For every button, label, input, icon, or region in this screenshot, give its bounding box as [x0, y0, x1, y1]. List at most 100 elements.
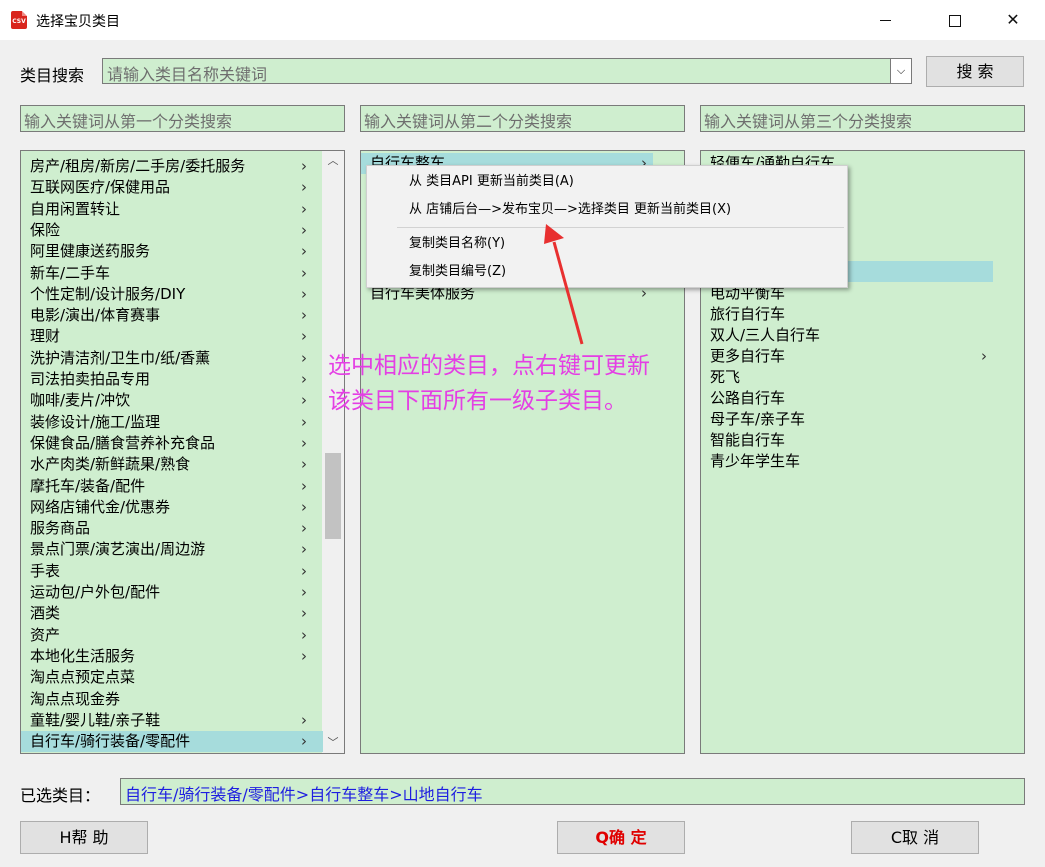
list-item-label: 自行车/骑行装备/零配件	[30, 732, 191, 751]
list-item[interactable]: 保险 ›	[21, 220, 323, 241]
close-button[interactable]: ✕	[990, 0, 1036, 40]
chevron-right-icon: ›	[301, 519, 307, 538]
list-item-label: 童鞋/婴儿鞋/亲子鞋	[30, 710, 161, 729]
list-item-label: 旅行自行车	[710, 305, 786, 323]
chevron-right-icon: ›	[301, 178, 307, 197]
scroll-down-icon[interactable]: ﹀	[322, 733, 344, 753]
search-placeholder: 请输入类目名称关键词	[107, 65, 268, 84]
list-item-label: 死飞	[710, 368, 741, 386]
list-item[interactable]: 酒类 ›	[21, 603, 323, 624]
list-item-label: 运动包/户外包/配件	[30, 583, 161, 601]
list-item[interactable]: 保健食品/膳食营养补充食品 ›	[21, 433, 323, 454]
list-item[interactable]: 景点门票/演艺演出/周边游 ›	[21, 539, 323, 560]
chevron-right-icon: ›	[301, 540, 307, 559]
chevron-right-icon: ›	[301, 220, 307, 239]
cancel-button[interactable]: C取 消	[851, 821, 979, 854]
list-item[interactable]: 电影/演出/体育赛事 ›	[21, 305, 323, 326]
list-item[interactable]: 更多自行车 ›	[701, 346, 993, 367]
chevron-right-icon: ›	[301, 497, 307, 516]
filter-third-input[interactable]: 输入关键词从第三个分类搜索	[700, 105, 1025, 132]
search-combobox[interactable]: 请输入类目名称关键词 ⌵	[102, 58, 912, 84]
list-item[interactable]: 旅行自行车	[701, 304, 993, 325]
list-item[interactable]: 淘点点现金券	[21, 689, 323, 710]
list-item-label: 网络店铺代金/优惠券	[30, 497, 171, 516]
list-item[interactable]: 摩托车/装备/配件 ›	[21, 476, 323, 497]
list-item-label: 互联网医疗/保健用品	[30, 178, 171, 197]
annotation-arrow-icon	[544, 224, 584, 345]
list-item[interactable]: 本地化生活服务 ›	[21, 646, 323, 667]
filter-second-input[interactable]: 输入关键词从第二个分类搜索	[360, 105, 685, 132]
list-item[interactable]: 理财 ›	[21, 326, 323, 347]
list-item-label: 公路自行车	[710, 389, 786, 407]
list-item[interactable]: 自行车/骑行装备/零配件 ›	[21, 731, 323, 753]
context-menu: 从 类目API 更新当前类目(A) 从 店铺后台—>发布宝贝—>选择类目 更新当…	[366, 165, 848, 288]
list-item[interactable]: 阿里健康送药服务 ›	[21, 241, 323, 262]
list-item-label: 酒类	[30, 604, 61, 623]
list-item[interactable]: 新车/二手车 ›	[21, 263, 323, 284]
list-item[interactable]: 司法拍卖拍品专用 ›	[21, 369, 323, 390]
list-item[interactable]: 淘点点预定点菜	[21, 667, 323, 688]
window-title: 选择宝贝类目	[36, 14, 120, 30]
list-item-label: 装修设计/施工/监理	[30, 412, 161, 431]
list-item[interactable]: 智能自行车	[701, 430, 993, 451]
list-item-label: 保健食品/膳食营养补充食品	[30, 433, 216, 452]
list-item[interactable]: 房产/租房/新房/二手房/委托服务 ›	[21, 156, 323, 177]
chevron-right-icon: ›	[301, 455, 307, 474]
list-item-label: 淘点点预定点菜	[30, 668, 136, 687]
annotation-line1: 选中相应的类目，点右键可更新	[328, 353, 650, 379]
category-list-first[interactable]: ︿ ﹀ 房产/租房/新房/二手房/委托服务 › 互联网医疗/保健用品 › 自用闲置转让 ›…	[20, 150, 345, 754]
list-item[interactable]: 青少年学生车	[701, 451, 993, 472]
menu-copy-name[interactable]: 复制类目名称(Y)	[409, 233, 505, 255]
list-item[interactable]: 母子车/亲子车	[701, 409, 993, 430]
list-item[interactable]: 童鞋/婴儿鞋/亲子鞋 ›	[21, 710, 323, 731]
chevron-right-icon: ›	[301, 199, 307, 218]
list-item-label: 青少年学生车	[710, 452, 801, 470]
menu-separator	[397, 227, 844, 228]
chevron-right-icon: ›	[301, 476, 307, 495]
ok-button[interactable]: Q确 定	[557, 821, 685, 854]
close-icon: ✕	[1006, 10, 1020, 29]
list-item-label: 阿里健康送药服务	[30, 242, 151, 261]
chevron-right-icon: ›	[301, 306, 307, 325]
help-button[interactable]: H帮 助	[20, 821, 148, 854]
selected-label: 已选类目：	[20, 786, 101, 805]
list-item-label: 服务商品	[30, 519, 91, 538]
list-item[interactable]: 自用闲置转让 ›	[21, 199, 323, 220]
minimize-icon	[879, 20, 891, 21]
title-bar: CSV 选择宝贝类目 ✕	[0, 0, 1045, 40]
scroll-up-icon[interactable]: ︿	[322, 151, 344, 171]
list-item-label: 智能自行车	[710, 431, 786, 449]
chevron-right-icon: ›	[301, 561, 307, 580]
minimize-button[interactable]	[862, 0, 908, 40]
list-item[interactable]: 公路自行车	[701, 388, 993, 409]
list-item-label: 母子车/亲子车	[710, 410, 806, 428]
app-icon: CSV	[11, 11, 27, 29]
menu-copy-id[interactable]: 复制类目编号(Z)	[409, 261, 506, 283]
list-item[interactable]: 服务商品 ›	[21, 518, 323, 539]
list-item[interactable]: 运动包/户外包/配件 ›	[21, 582, 323, 603]
chevron-right-icon: ›	[301, 583, 307, 601]
menu-update-from-api[interactable]: 从 类目API 更新当前类目(A)	[409, 171, 574, 193]
chevron-right-icon: ›	[301, 433, 307, 452]
list-item[interactable]: 资产 ›	[21, 625, 323, 646]
list-item[interactable]: 网络店铺代金/优惠券 ›	[21, 497, 323, 518]
list-item-label: 本地化生活服务	[30, 646, 136, 665]
list-item-label: 个性定制/设计服务/DIY	[30, 284, 186, 303]
search-button[interactable]: 搜 索	[926, 56, 1024, 87]
list-item[interactable]: 水产肉类/新鲜蔬果/熟食 ›	[21, 454, 323, 475]
list-scrollbar[interactable]: ︿ ﹀	[322, 151, 344, 753]
list-item-label: 新车/二手车	[30, 263, 111, 282]
scroll-thumb[interactable]	[325, 453, 341, 539]
list-item[interactable]: 互联网医疗/保健用品 ›	[21, 177, 323, 198]
list-item[interactable]: 装修设计/施工/监理 ›	[21, 412, 323, 433]
combo-dropdown-button[interactable]: ⌵	[890, 59, 911, 83]
list-item[interactable]: 手表 ›	[21, 561, 323, 582]
list-item[interactable]: 死飞	[701, 367, 993, 388]
list-item[interactable]: 咖啡/麦片/冲饮 ›	[21, 390, 323, 411]
maximize-button[interactable]	[932, 0, 978, 40]
list-item[interactable]: 洗护清洁剂/卫生巾/纸/香薰 ›	[21, 348, 323, 369]
list-item[interactable]: 个性定制/设计服务/DIY ›	[21, 284, 323, 305]
list-item[interactable]: 双人/三人自行车	[701, 325, 993, 346]
filter-first-input[interactable]: 输入关键词从第一个分类搜索	[20, 105, 345, 132]
menu-update-from-shop[interactable]: 从 店铺后台—>发布宝贝—>选择类目 更新当前类目(X)	[409, 199, 731, 221]
